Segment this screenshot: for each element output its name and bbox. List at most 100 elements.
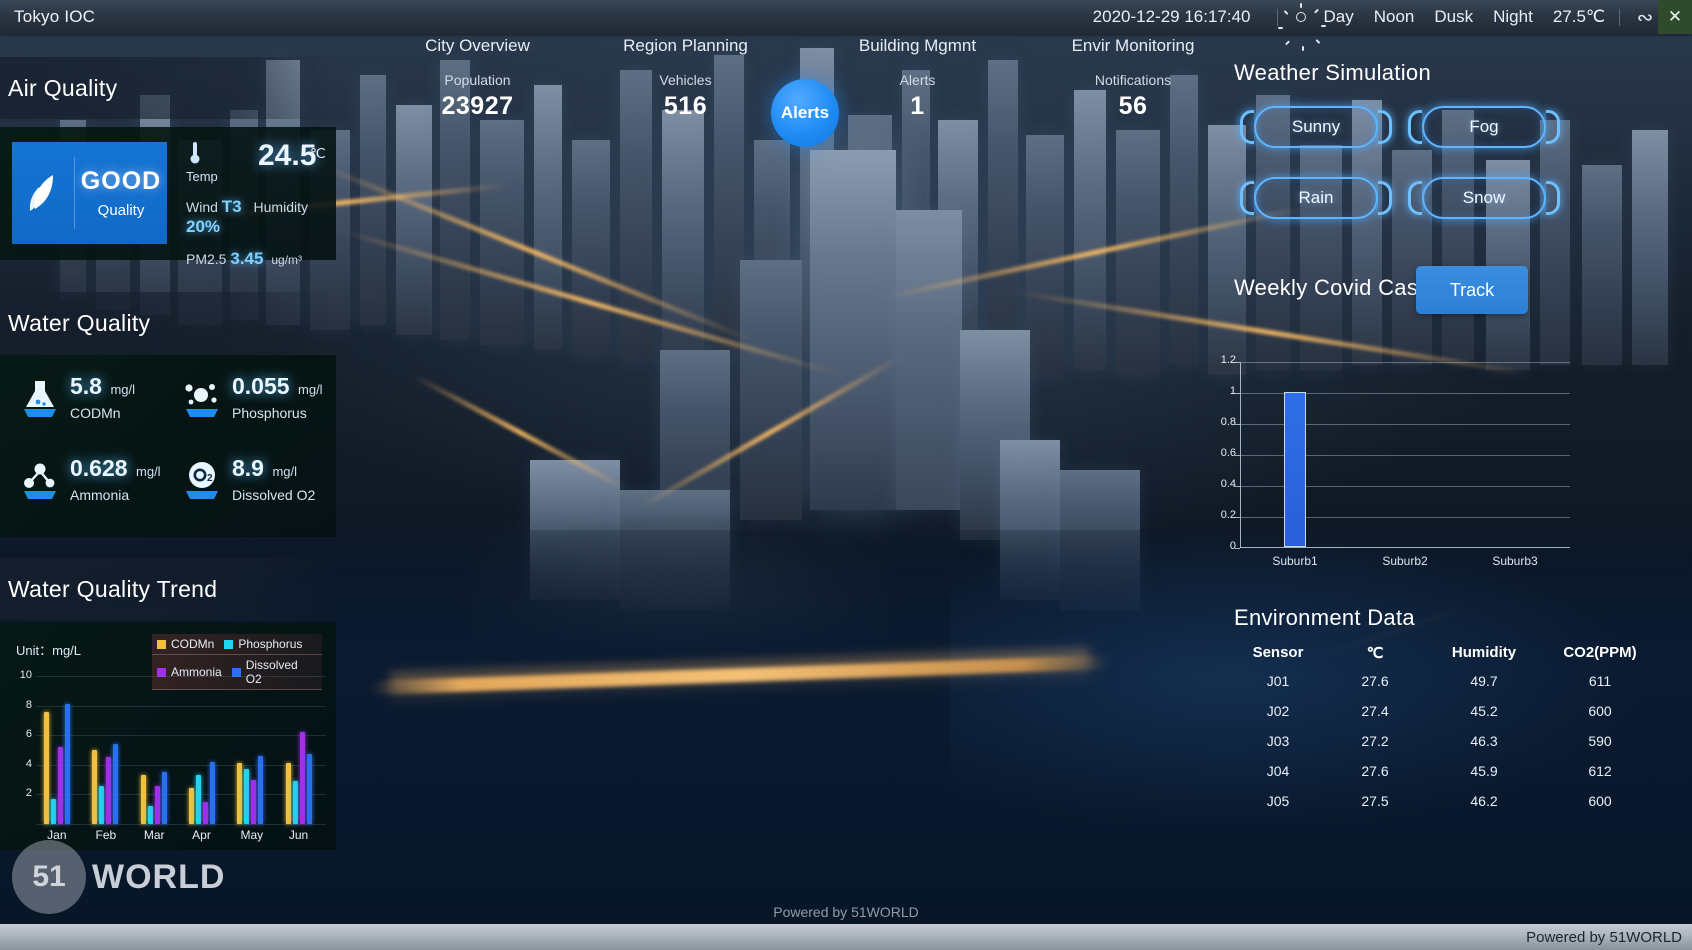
temp-label: Temp <box>186 169 218 184</box>
chart-bar[interactable] <box>306 754 312 824</box>
water-quality-panel: 5.8 mg/l CODMn 0.055 mg/l Phosphorus 0.6… <box>0 355 336 537</box>
time-mode-dusk[interactable]: Dusk <box>1434 7 1473 27</box>
air-quality-panel: GOOD Quality Temp 24.5 ℃ Wind T3 Humidit… <box>0 127 336 268</box>
temp-unit: ℃ <box>310 145 326 161</box>
kpi-building-mgmnt[interactable]: Building Mgmnt Alerts 1 <box>835 36 1000 121</box>
table-cell: J01 <box>1266 673 1290 689</box>
app-title: Tokyo IOC <box>14 7 96 26</box>
bracket-right <box>1546 181 1560 215</box>
time-mode-noon[interactable]: Noon <box>1374 7 1415 27</box>
time-mode-night[interactable]: Night <box>1493 7 1533 27</box>
water-trend-chart[interactable]: 2 4 6 8 10 Jan Feb Mar Apr May Jun <box>14 669 326 846</box>
chart-bar[interactable] <box>113 744 119 824</box>
water-metric-dissolved-o2: 2 8.9 mg/l Dissolved O2 <box>180 455 340 503</box>
chart-bar[interactable] <box>251 779 257 824</box>
water-metric-value: 5.8 <box>70 373 102 399</box>
kpi-metric-value: 1 <box>910 92 925 120</box>
table-cell: 27.6 <box>1361 763 1389 779</box>
chart-bar[interactable] <box>196 775 201 824</box>
chart-y-tick-label: 0.2 <box>1220 509 1236 521</box>
chart-x-tick-label: May <box>240 828 264 842</box>
chart-x-tick-label: Suburb3 <box>1492 554 1538 568</box>
ambient-temperature: 27.5℃ <box>1552 7 1605 26</box>
kpi-metric-value: 23927 <box>441 92 514 120</box>
chart-bar[interactable] <box>1284 392 1306 547</box>
chart-gridline <box>1240 362 1570 363</box>
chart-bar[interactable] <box>99 785 105 824</box>
chart-bar[interactable] <box>106 757 112 824</box>
restore-icon[interactable]: ∾ <box>1632 0 1658 34</box>
water-metric-phosphorus: 0.055 mg/l Phosphorus <box>180 373 340 421</box>
table-header-row: Sensor ℃ Humidity CO2(PPM) <box>1230 640 1670 666</box>
table-cell: J03 <box>1266 733 1290 749</box>
table-cell: 46.2 <box>1470 793 1498 809</box>
watermark-51world: 51 WORLD <box>12 840 225 914</box>
chart-y-tick-label: 1.2 <box>1220 354 1236 366</box>
table-row[interactable]: J01 27.6 49.7 611 <box>1230 666 1670 696</box>
table-cell: 611 <box>1588 673 1612 689</box>
chart-bar[interactable] <box>140 775 146 824</box>
chart-bar[interactable] <box>292 781 298 824</box>
chart-bar[interactable] <box>299 732 305 824</box>
weekly-covid-chart[interactable]: 0 0.2 0.4 0.6 0.8 1 1.2 Suburb1 Suburb2 Suburb3 <box>1221 354 1570 568</box>
chart-y-tick-label: 0.6 <box>1220 447 1236 459</box>
chart-gridline <box>36 824 326 825</box>
table-row[interactable]: J04 27.6 45.9 612 <box>1230 756 1670 786</box>
chart-bar[interactable] <box>147 806 153 824</box>
chart-bar[interactable] <box>244 769 250 824</box>
building-block <box>1632 130 1668 365</box>
chart-bar[interactable] <box>51 798 56 824</box>
chart-bar[interactable] <box>285 763 291 824</box>
chart-bar[interactable] <box>210 761 215 824</box>
divider <box>1276 8 1278 26</box>
chart-y-tick-label: 0 <box>1229 540 1236 552</box>
weather-button-label: Snow <box>1462 188 1506 207</box>
weekly-covid-title: Weekly Covid Case <box>1234 275 1431 300</box>
table-row[interactable]: J03 27.2 46.3 590 <box>1230 726 1670 756</box>
close-icon[interactable]: ✕ <box>1658 0 1692 34</box>
weather-button-snow[interactable]: Snow <box>1408 175 1560 221</box>
environment-data-table: Sensor ℃ Humidity CO2(PPM) J01 27.6 49.7 61… <box>1230 640 1670 816</box>
chart-bar[interactable] <box>92 750 98 824</box>
kpi-envir-monitoring[interactable]: Envir Monitoring Notifications 56 <box>1048 36 1218 121</box>
chart-bar[interactable] <box>161 772 167 824</box>
chart-bar[interactable] <box>258 755 264 824</box>
alerts-bubble-button[interactable]: Alerts <box>771 79 839 147</box>
water-metric-value: 0.055 <box>232 373 290 399</box>
kpi-city-overview[interactable]: City Overview Population 23927 <box>410 36 545 121</box>
kpi-metric-label: Vehicles <box>659 72 712 88</box>
table-row[interactable]: J05 27.5 46.2 600 <box>1230 786 1670 816</box>
chart-gridline <box>36 676 326 677</box>
legend-item-phosphorus[interactable]: Phosphorus <box>219 636 307 652</box>
table-row[interactable]: J02 27.4 45.2 600 <box>1230 696 1670 726</box>
wind-humidity-row: Wind T3 Humidity 20% <box>186 197 331 237</box>
kpi-section-label[interactable]: Region Planning <box>608 36 763 56</box>
pm25-value: 3.45 <box>230 249 264 268</box>
chart-y-tick-label: 10 <box>19 669 32 681</box>
kpi-section-label[interactable]: Envir Monitoring <box>1048 36 1218 56</box>
water-metric-unit: mg/l <box>110 382 135 397</box>
legend-label: Phosphorus <box>238 637 303 651</box>
chart-bar[interactable] <box>44 711 49 824</box>
legend-item-codmn[interactable]: CODMn <box>152 636 219 652</box>
track-button[interactable]: Track <box>1416 266 1528 314</box>
table-cell: 590 <box>1588 733 1612 749</box>
water-metric-value: 0.628 <box>70 455 128 481</box>
chart-bar[interactable] <box>189 788 194 824</box>
air-quality-grade-sub: Quality <box>97 202 145 219</box>
thermometer-icon <box>188 141 204 170</box>
kpi-section-label[interactable]: Building Mgmnt <box>835 36 1000 56</box>
chart-bar[interactable] <box>154 785 160 824</box>
weather-button-rain[interactable]: Rain <box>1240 175 1392 221</box>
kpi-section-label[interactable]: City Overview <box>410 36 545 56</box>
kpi-region-planning[interactable]: Region Planning Vehicles 516 <box>608 36 763 121</box>
watermark-word: WORLD <box>92 857 226 896</box>
building-block <box>1208 125 1246 375</box>
building-block <box>896 210 962 510</box>
chart-bar[interactable] <box>65 704 70 824</box>
chart-bar[interactable] <box>58 747 63 824</box>
chart-bar[interactable] <box>237 763 243 824</box>
time-mode-day[interactable]: Day <box>1324 7 1354 27</box>
chart-bar[interactable] <box>203 801 208 824</box>
kpi-metric-value: 516 <box>663 92 708 120</box>
